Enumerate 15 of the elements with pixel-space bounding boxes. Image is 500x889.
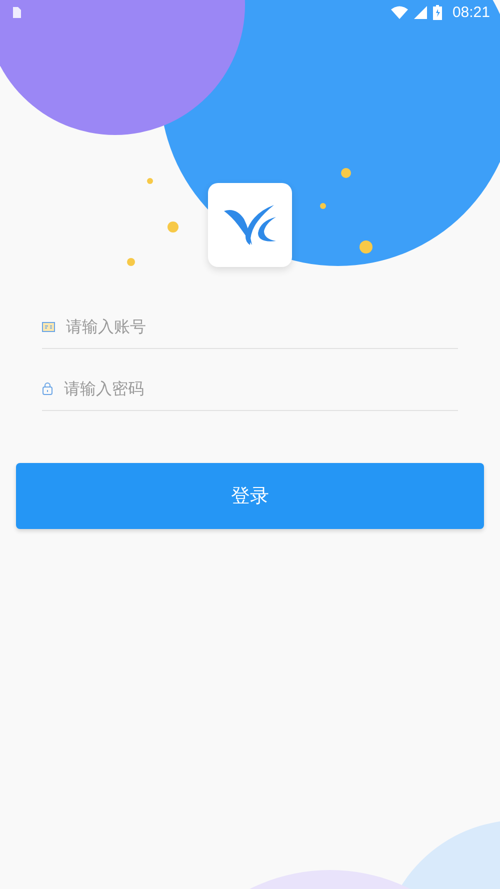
signal-icon [414,6,428,18]
wifi-icon [391,6,408,18]
input-field[interactable]: 请输入密码 [64,379,458,398]
decorative-dot [147,178,153,184]
status-time: 08:21 [452,4,490,20]
decorative-dot [168,222,178,232]
decorative-dot [127,258,135,266]
decorative-dot [320,203,326,209]
logo-icon [222,203,278,247]
decorative-dot [360,240,372,254]
decorative-dot [341,168,351,178]
lock-icon [42,382,53,395]
input-field[interactable]: 请输入账号 [66,317,458,336]
login-button[interactable]: 登录 [16,463,484,529]
id-card-icon [42,322,55,332]
